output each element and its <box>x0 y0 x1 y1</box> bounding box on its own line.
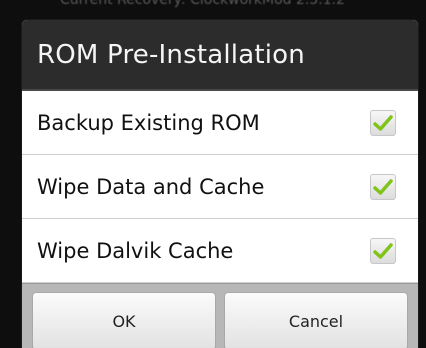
option-wipe-dalvik-cache[interactable]: Wipe Dalvik Cache <box>22 219 418 283</box>
cancel-button[interactable]: Cancel <box>224 292 408 348</box>
checkmark-icon <box>373 114 393 131</box>
option-label: Wipe Data and Cache <box>37 174 265 199</box>
option-backup-existing-rom[interactable]: Backup Existing ROM <box>22 91 418 155</box>
dialog-title-bar: ROM Pre-Installation <box>22 20 418 91</box>
background-recovery-text: Current Recovery: ClockworkMod 2.5.1.2 <box>60 0 345 8</box>
option-label: Backup Existing ROM <box>37 110 260 135</box>
rom-preinstall-dialog: ROM Pre-Installation Backup Existing ROM… <box>22 20 418 348</box>
checkmark-icon <box>373 242 393 259</box>
option-wipe-data-cache[interactable]: Wipe Data and Cache <box>22 155 418 219</box>
dialog-title: ROM Pre-Installation <box>37 39 305 70</box>
wipe-dalvik-checkbox[interactable] <box>370 237 396 264</box>
option-label: Wipe Dalvik Cache <box>37 238 234 263</box>
ok-button[interactable]: OK <box>32 292 216 348</box>
checkmark-icon <box>373 178 393 195</box>
backup-checkbox[interactable] <box>370 109 396 136</box>
wipe-data-checkbox[interactable] <box>370 173 396 200</box>
dialog-button-bar: OK Cancel <box>22 283 418 348</box>
